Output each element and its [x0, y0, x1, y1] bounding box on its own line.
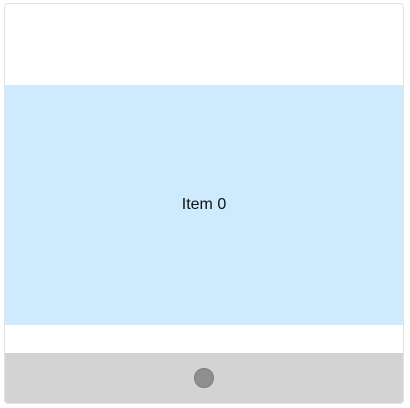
carousel-viewport[interactable]: Item 0 — [5, 4, 403, 353]
carousel-item-label: Item 0 — [181, 196, 227, 213]
pagination-dot-active[interactable] — [194, 368, 214, 388]
carousel-frame: Item 0 — [4, 3, 404, 404]
pagination-bar — [5, 353, 403, 403]
carousel-item[interactable]: Item 0 — [5, 85, 403, 325]
